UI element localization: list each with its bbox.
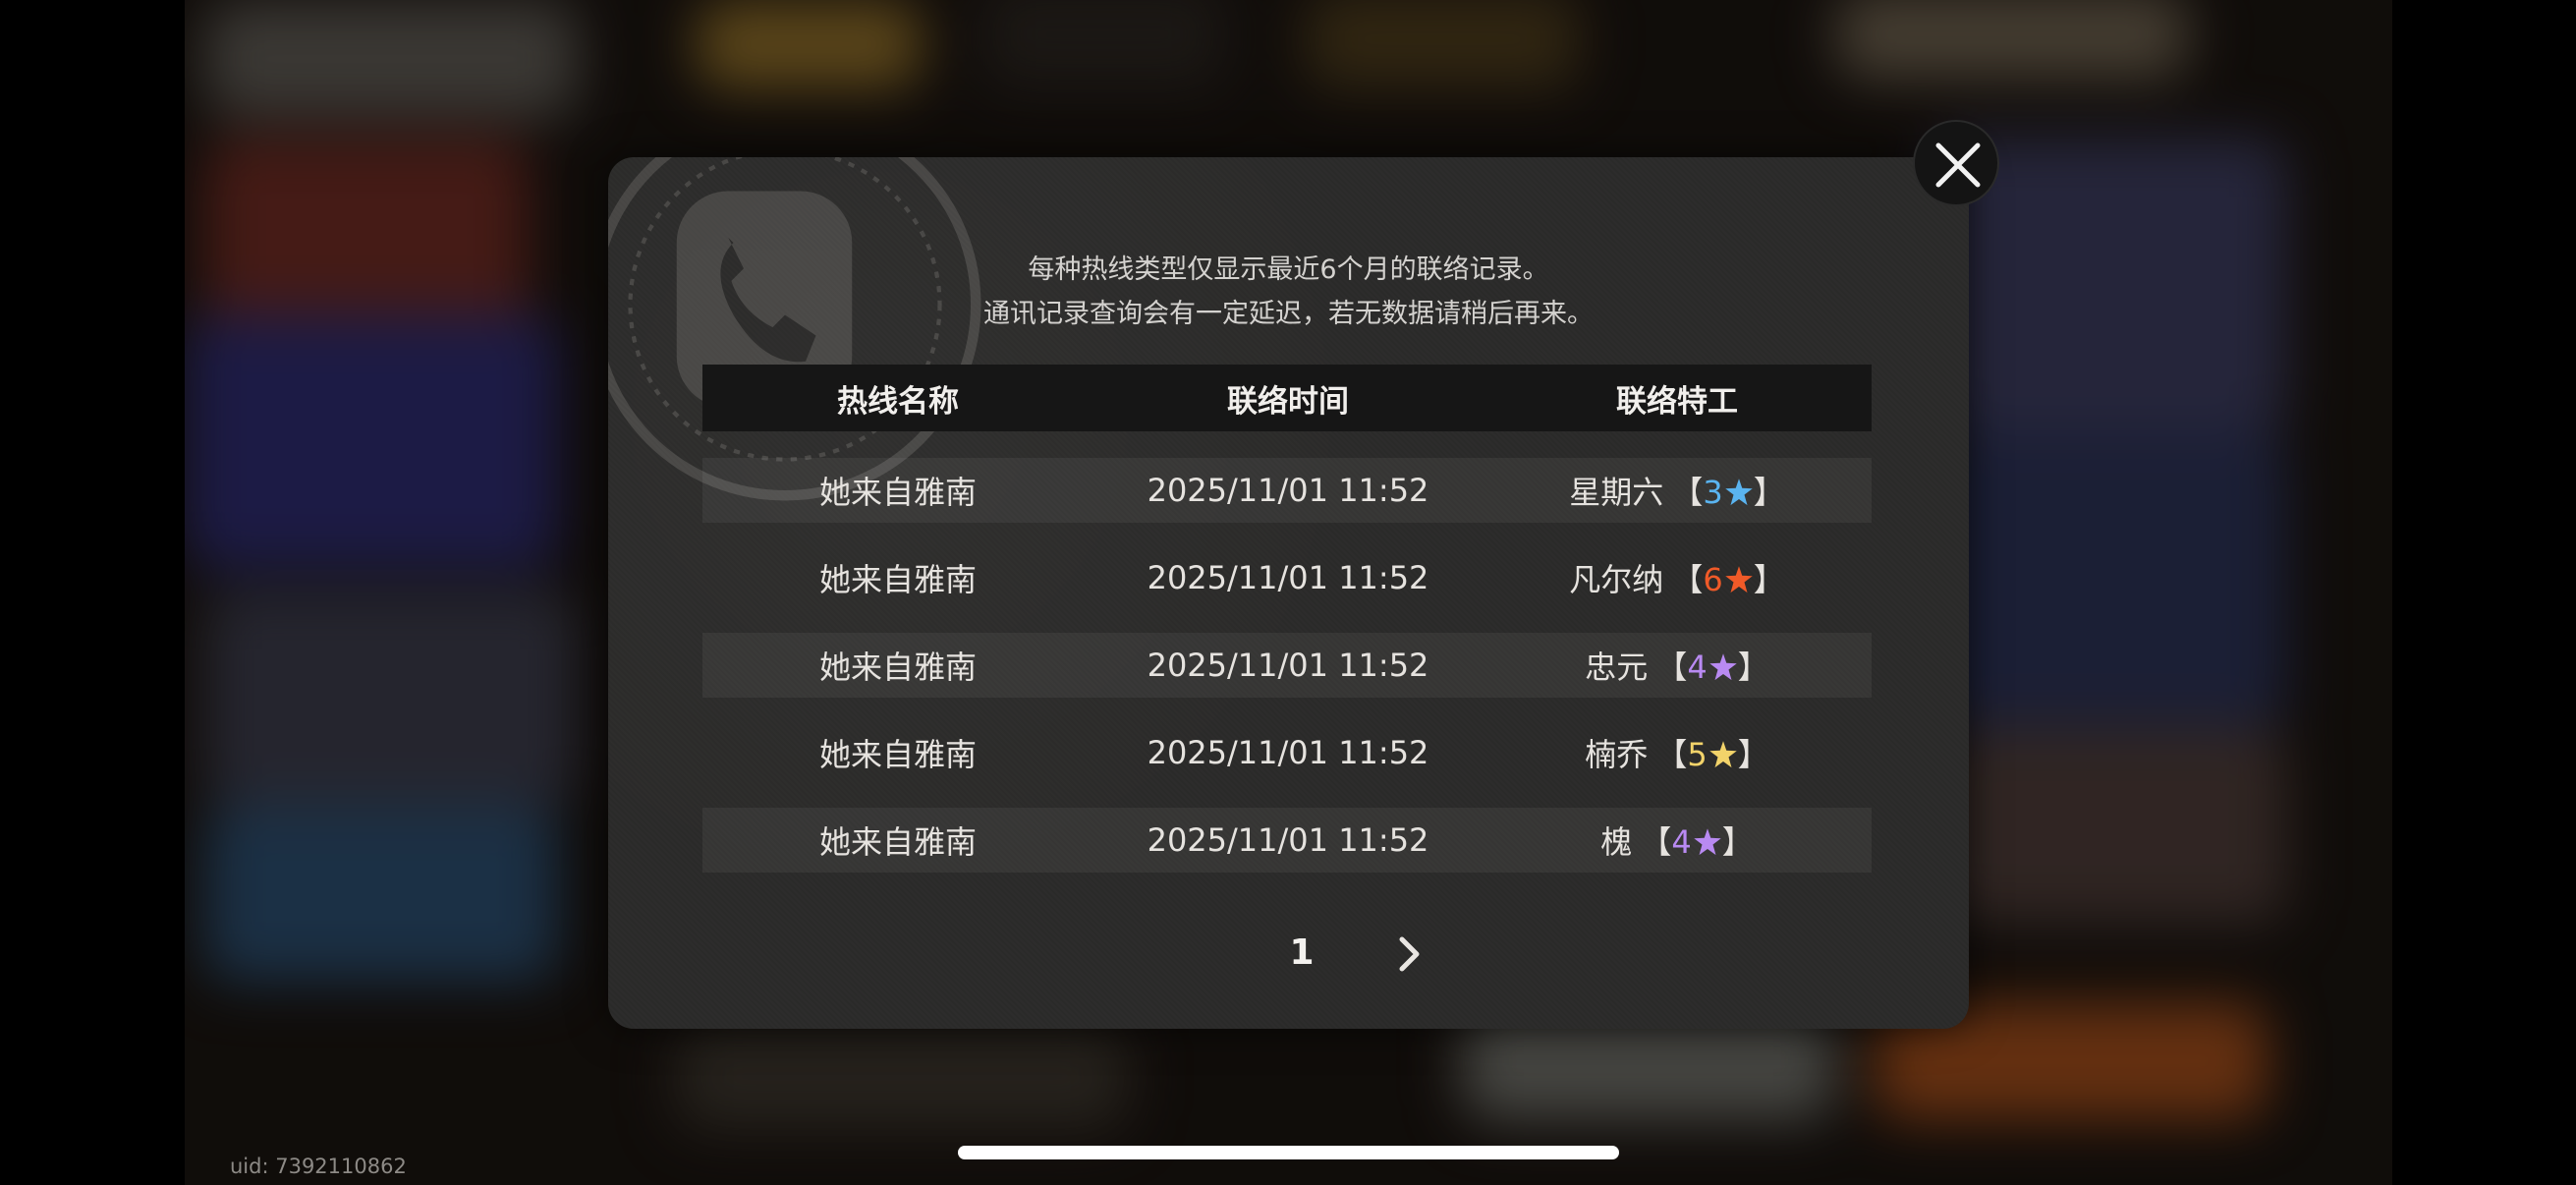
home-indicator-bar[interactable] bbox=[958, 1146, 1619, 1159]
column-header-agent: 联络特工 bbox=[1616, 383, 1738, 420]
bracket-close: 】 bbox=[1737, 736, 1769, 773]
agent-rank: 5 bbox=[1687, 736, 1708, 773]
contact-time: 2025/11/01 11:52 bbox=[1147, 734, 1429, 771]
red-star-icon bbox=[1724, 566, 1753, 593]
purple-star-icon bbox=[1708, 653, 1737, 681]
hotline-name: 她来自雅南 bbox=[818, 736, 977, 773]
notice-line-1: 每种热线类型仅显示最近6个月的联络记录。 bbox=[1028, 254, 1549, 285]
bracket-open: 【 bbox=[1655, 649, 1688, 686]
hotline-name: 她来自雅南 bbox=[818, 561, 977, 598]
hotline-name: 她来自雅南 bbox=[818, 649, 977, 686]
screen: 每种热线类型仅显示最近6个月的联络记录。 通讯记录查询会有一定延迟，若无数据请稍… bbox=[0, 0, 2576, 1185]
agent-rank: 3 bbox=[1703, 474, 1723, 511]
agent-cell: 星期六 【3 】 bbox=[1483, 468, 1872, 513]
table-header: 热线名称 联络时间 联络特工 bbox=[702, 365, 1872, 431]
bracket-close: 】 bbox=[1753, 561, 1785, 598]
bracket-close: 】 bbox=[1753, 474, 1785, 511]
contact-time: 2025/11/01 11:52 bbox=[1147, 821, 1429, 859]
close-button[interactable] bbox=[1913, 120, 1999, 206]
purple-star-icon bbox=[1693, 828, 1721, 856]
contact-records-table: 热线名称 联络时间 联络特工 她来自雅南 2025/11/01 11:52 星期… bbox=[702, 365, 1872, 873]
notice-line-2: 通讯记录查询会有一定延迟，若无数据请稍后再来。 bbox=[983, 299, 1594, 329]
agent-rank: 4 bbox=[1671, 823, 1692, 861]
column-header-hotline: 热线名称 bbox=[837, 383, 959, 420]
table-row: 她来自雅南 2025/11/01 11:52 楠乔 【5 】 bbox=[702, 720, 1872, 785]
hotline-name: 她来自雅南 bbox=[818, 474, 977, 511]
table-row: 她来自雅南 2025/11/01 11:52 凡尔纳 【6 】 bbox=[702, 545, 1872, 610]
agent-cell: 槐【4 】 bbox=[1483, 818, 1872, 863]
table-row: 她来自雅南 2025/11/01 11:52 忠元 【4 】 bbox=[702, 633, 1872, 698]
contact-records-dialog: 每种热线类型仅显示最近6个月的联络记录。 通讯记录查询会有一定延迟，若无数据请稍… bbox=[608, 157, 1969, 1029]
bracket-open: 【 bbox=[1671, 561, 1704, 598]
current-page-number[interactable]: 1 bbox=[1272, 924, 1331, 983]
bracket-open: 【 bbox=[1671, 474, 1704, 511]
user-id-label: uid: 7392110862 bbox=[230, 1155, 407, 1178]
table-row: 她来自雅南 2025/11/01 11:52 星期六 【3 】 bbox=[702, 458, 1872, 523]
agent-name: 忠元 bbox=[1585, 649, 1649, 686]
agent-cell: 楠乔 【5 】 bbox=[1483, 730, 1872, 775]
close-icon bbox=[1935, 142, 1981, 188]
contact-time: 2025/11/01 11:52 bbox=[1147, 647, 1429, 684]
contact-time: 2025/11/01 11:52 bbox=[1147, 472, 1429, 509]
agent-cell: 忠元 【4 】 bbox=[1483, 643, 1872, 688]
agent-cell: 凡尔纳 【6 】 bbox=[1483, 555, 1872, 600]
bracket-close: 】 bbox=[1721, 823, 1754, 861]
agent-rank: 6 bbox=[1703, 561, 1723, 598]
bracket-close: 】 bbox=[1737, 649, 1769, 686]
agent-name: 星期六 bbox=[1569, 474, 1664, 511]
bracket-open: 【 bbox=[1640, 823, 1672, 861]
blue-star-icon bbox=[1724, 479, 1753, 506]
notice-text: 每种热线类型仅显示最近6个月的联络记录。 通讯记录查询会有一定延迟，若无数据请稍… bbox=[608, 248, 1969, 336]
pagination: 1 bbox=[608, 924, 1969, 983]
next-page-chevron-icon[interactable] bbox=[1384, 931, 1433, 977]
agent-name: 楠乔 bbox=[1585, 736, 1649, 773]
contact-time: 2025/11/01 11:52 bbox=[1147, 559, 1429, 596]
column-header-time: 联络时间 bbox=[1227, 383, 1349, 420]
gold-star-icon bbox=[1708, 741, 1737, 768]
agent-rank: 4 bbox=[1687, 649, 1708, 686]
agent-name: 槐 bbox=[1600, 823, 1633, 861]
table-row: 她来自雅南 2025/11/01 11:52 槐【4 】 bbox=[702, 808, 1872, 873]
agent-name: 凡尔纳 bbox=[1569, 561, 1664, 598]
hotline-name: 她来自雅南 bbox=[818, 823, 977, 861]
bracket-open: 【 bbox=[1655, 736, 1688, 773]
